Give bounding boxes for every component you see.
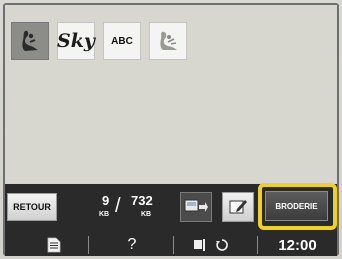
used-memory-value: 9 [102, 193, 110, 208]
rotate-icon [216, 239, 228, 251]
save-to-memory-button[interactable] [180, 192, 212, 222]
pattern-figure-tile[interactable] [11, 22, 49, 60]
needle-icon [194, 239, 205, 251]
embroidery-motif-icon [160, 31, 177, 50]
help-button[interactable]: ? [117, 234, 147, 256]
document-icon [47, 237, 61, 253]
needle-thread-status[interactable] [187, 236, 235, 254]
broderie-button[interactable]: BRODERIE [265, 191, 328, 221]
total-memory-unit: KB [141, 211, 152, 218]
clock-display: 12:00 [278, 236, 317, 254]
pattern-abc-tile[interactable]: ABC [103, 22, 141, 60]
pattern-motif-tile[interactable] [149, 22, 187, 60]
retour-button[interactable]: RETOUR [7, 193, 57, 221]
edit-pattern-button[interactable] [222, 192, 254, 222]
abc-label: ABC [111, 35, 133, 47]
status-divider [88, 236, 89, 254]
sky-label: Sky [57, 30, 95, 52]
status-divider [173, 236, 174, 254]
edit-icon [229, 200, 247, 214]
total-memory-value: 732 [131, 193, 153, 208]
used-memory-unit: KB [99, 211, 110, 218]
memory-slash: / [115, 195, 121, 217]
save-memory-icon [184, 199, 208, 212]
figure-sewing-icon [22, 30, 38, 51]
pattern-sky-tile[interactable]: Sky [57, 22, 95, 60]
document-button[interactable] [44, 236, 64, 254]
